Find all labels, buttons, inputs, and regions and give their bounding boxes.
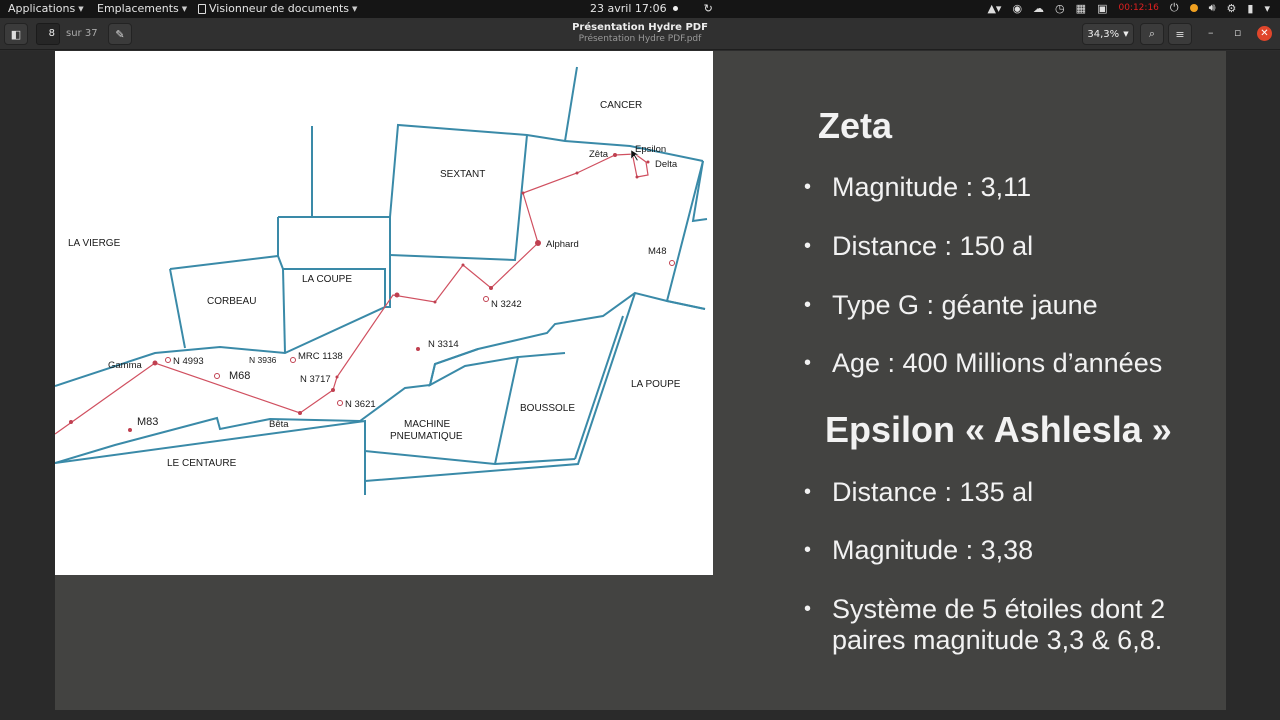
places-menu[interactable]: Emplacements ▼	[97, 2, 187, 15]
zeta-age: Age : 400 Millions d’années	[832, 348, 1163, 378]
cloud-icon[interactable]: ☁	[1033, 2, 1044, 15]
system-tray: ▲▾ ◉ ☁ ◷ ▦ ▣ 00:12:16 ⏻ 🔊︎ ⚙ ▮ ▾	[987, 1, 1270, 15]
places-label: Emplacements	[97, 2, 179, 15]
epsilon-distance: Distance : 135 al	[832, 477, 1034, 507]
app-menu-label: Visionneur de documents	[209, 2, 350, 15]
datetime: 23 avril 17:06	[590, 2, 667, 15]
bullet-icon: •	[804, 235, 812, 257]
zoom-value: 34,3%	[1087, 28, 1120, 40]
applications-menu[interactable]: Applications ▼	[8, 2, 84, 15]
menu-button[interactable]: ≡	[1168, 23, 1192, 45]
document-viewer-icon	[198, 3, 206, 14]
epsilon-item: • Distance : 135 al	[804, 477, 1034, 508]
bullet-icon: •	[804, 352, 812, 374]
epsilon-system-line2: paires magnitude 3,3 & 6,8.	[832, 625, 1163, 655]
epsilon-system-line1: Système de 5 étoiles dont 2	[832, 594, 1166, 624]
chevron-down-icon: ▼	[1123, 30, 1129, 38]
top-bar: Applications ▼ Emplacements ▼ Visionneur…	[0, 0, 1280, 18]
chevron-down-icon: ▼	[78, 4, 84, 13]
settings-icon[interactable]: ⚙	[1227, 2, 1237, 15]
grid-icon[interactable]: ▦	[1076, 2, 1086, 15]
header-bar: ◧ 8 sur 37 ✎ Présentation Hydre PDF Prés…	[0, 18, 1280, 50]
epsilon-heading: Epsilon « Ashlesla »	[825, 409, 1172, 450]
hamburger-icon: ≡	[1175, 27, 1185, 41]
zeta-item: • Type G : géante jaune	[804, 290, 1098, 321]
restore-icon[interactable]: ▫	[1234, 26, 1241, 39]
zeta-item: • Age : 400 Millions d’années	[804, 348, 1163, 379]
chevron-down-icon: ▼	[352, 4, 358, 13]
zoom-select[interactable]: 34,3% ▼	[1082, 23, 1134, 45]
close-icon: ✕	[1260, 28, 1269, 39]
epsilon-item: • Système de 5 étoiles dont 2 paires mag…	[804, 594, 1166, 656]
search-icon: ⌕	[1148, 27, 1156, 40]
zeta-magnitude: Magnitude : 3,11	[832, 172, 1032, 202]
notification-dot-icon	[672, 6, 678, 11]
chevron-down-icon[interactable]: ▾	[1264, 2, 1270, 15]
recording-timer[interactable]: 00:12:16	[1118, 3, 1158, 13]
camera-icon[interactable]: ▣	[1097, 2, 1107, 15]
applications-label: Applications	[8, 2, 76, 15]
chevron-down-icon: ▼	[181, 4, 188, 13]
zeta-distance: Distance : 150 al	[832, 231, 1034, 261]
zeta-type: Type G : géante jaune	[832, 290, 1098, 320]
history-icon[interactable]: ◷	[1055, 2, 1065, 15]
close-button[interactable]: ✕	[1257, 26, 1272, 41]
document-view[interactable]: CANCER SEXTANT LA VIERGE LA COUPE CORBEA…	[0, 51, 1280, 720]
bullet-icon: •	[804, 294, 812, 316]
volume-icon[interactable]: 🔊︎	[1209, 1, 1216, 15]
refresh-icon: ↻	[703, 2, 713, 15]
minimize-icon[interactable]: –	[1208, 26, 1214, 39]
bullet-icon: •	[804, 598, 812, 620]
epsilon-magnitude: Magnitude : 3,38	[832, 535, 1034, 565]
bullet-icon: •	[804, 481, 812, 503]
battery-icon[interactable]: ▮	[1247, 2, 1253, 15]
zeta-item: • Magnitude : 3,11	[804, 172, 1032, 203]
pdf-page: CANCER SEXTANT LA VIERGE LA COUPE CORBEA…	[55, 51, 1226, 710]
zeta-item: • Distance : 150 al	[804, 231, 1034, 262]
bullet-icon: •	[804, 176, 812, 198]
screenshot-icon[interactable]: ◉	[1012, 2, 1022, 15]
epsilon-item: • Magnitude : 3,38	[804, 535, 1034, 566]
clock[interactable]: 23 avril 17:06 ↻	[590, 2, 713, 15]
status-dot-icon[interactable]	[1189, 4, 1198, 12]
slide-text: Zeta • Magnitude : 3,11 • Distance : 150…	[55, 51, 1226, 710]
network-icon[interactable]: ▲▾	[987, 2, 1001, 15]
zeta-heading: Zeta	[818, 105, 893, 146]
power-icon[interactable]: ⏻	[1170, 1, 1179, 15]
app-menu[interactable]: Visionneur de documents ▼	[198, 2, 357, 15]
search-button[interactable]: ⌕	[1140, 23, 1164, 45]
bullet-icon: •	[804, 539, 812, 561]
